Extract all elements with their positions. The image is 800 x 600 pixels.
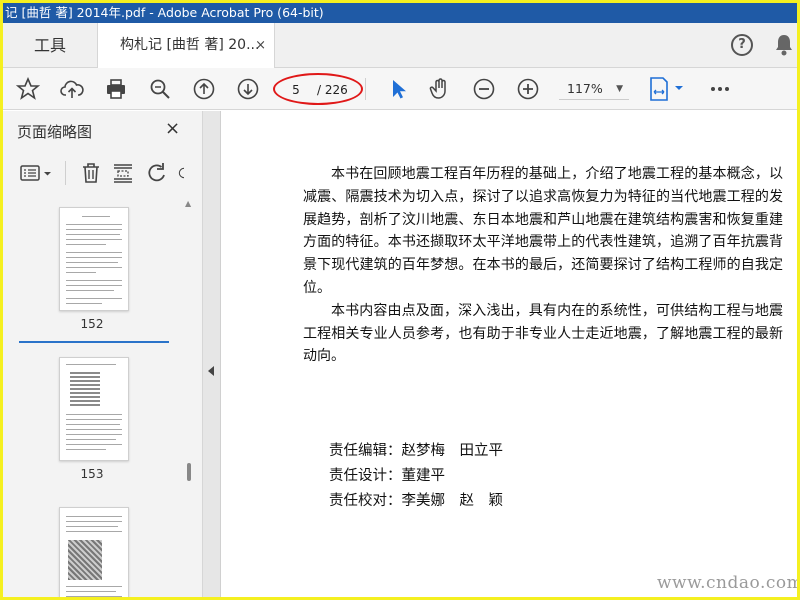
page-up-icon[interactable] <box>191 76 217 102</box>
close-panel-icon[interactable]: × <box>165 118 180 139</box>
paragraph-1: 本书在回顾地震工程百年历程的基础上，介绍了地震工程的基本概念，以减震、隔震技术为… <box>303 166 783 296</box>
credits-block: 责任编辑：赵梦梅 田立平 责任设计：董建平 责任校对：李美娜 赵 颖 <box>329 439 503 514</box>
print-icon[interactable] <box>103 76 129 102</box>
collapse-arrow-icon[interactable] <box>208 366 214 376</box>
select-arrow-icon[interactable] <box>385 76 411 102</box>
trash-icon[interactable] <box>79 161 103 185</box>
zoom-out-icon[interactable] <box>471 76 497 102</box>
toolbar-divider <box>365 78 366 100</box>
app-window: 记 [曲哲 著] 2014年.pdf - Adobe Acrobat Pro (… <box>3 3 797 597</box>
thumbnail-label-152: 152 <box>80 317 104 331</box>
tab-bar: 工具 构札记 [曲哲 著] 20... × ? <box>3 23 797 69</box>
thumbnail-scrollbar[interactable]: ▲ <box>181 199 197 597</box>
credit-editor: 责任编辑：赵梦梅 田立平 <box>329 443 503 459</box>
scroll-up-icon[interactable]: ▲ <box>185 199 191 208</box>
credit-design: 责任设计：董建平 <box>329 468 445 484</box>
rotate-right-icon[interactable] <box>177 161 191 185</box>
thumbnail-label-153: 153 <box>80 467 104 481</box>
panel-toolbar <box>3 155 203 191</box>
extract-pages-icon[interactable] <box>111 161 135 185</box>
document-page: 本书在回顾地震工程百年历程的基础上，介绍了地震工程的基本概念，以减震、隔震技术为… <box>221 111 797 597</box>
thumbnail-page-153[interactable] <box>59 357 129 461</box>
page-thumbnails-panel: 页面缩略图 × 152 153 ▲ <box>3 111 203 597</box>
close-tab-icon[interactable]: × <box>255 23 266 68</box>
page-total: / 226 <box>317 83 348 97</box>
main-toolbar: 5 / 226 117% ▼ <box>3 68 797 110</box>
watermark: www.cndao.com <box>657 573 797 593</box>
document-body: 本书在回顾地震工程百年历程的基础上，介绍了地震工程的基本概念，以减震、隔震技术为… <box>303 163 783 368</box>
bell-icon[interactable] <box>773 33 795 57</box>
zoom-search-icon[interactable] <box>147 76 173 102</box>
selected-thumbnail-indicator <box>19 341 169 343</box>
star-icon[interactable] <box>15 76 41 102</box>
thumbnail-list: 152 153 <box>3 199 181 597</box>
zoom-value: 117% <box>567 81 603 96</box>
credit-proofread: 责任校对：李美娜 赵 颖 <box>329 493 503 509</box>
thumbnail-page-154[interactable] <box>59 507 129 597</box>
tab-document-label: 构札记 [曲哲 著] 20... <box>120 37 260 53</box>
thumbnail-page-152[interactable] <box>59 207 129 311</box>
page-number-input[interactable]: 5 <box>285 82 307 98</box>
panel-title: 页面缩略图 <box>17 123 93 141</box>
paragraph-2: 本书内容由点及面，深入浅出，具有内在的系统性，可供结构工程与地震工程相关专业人员… <box>303 302 783 365</box>
upload-icon[interactable] <box>59 76 85 102</box>
chevron-down-icon: ▼ <box>616 84 623 94</box>
zoom-in-icon[interactable] <box>515 76 541 102</box>
fit-page-icon[interactable] <box>647 76 687 102</box>
options-menu-icon[interactable] <box>19 161 55 185</box>
tab-tools[interactable]: 工具 <box>3 23 97 68</box>
more-icon[interactable] <box>707 76 733 102</box>
hand-icon[interactable] <box>427 76 453 102</box>
window-title: 记 [曲哲 著] 2014年.pdf - Adobe Acrobat Pro (… <box>3 3 797 23</box>
zoom-dropdown[interactable]: 117% ▼ <box>559 78 629 100</box>
panel-divider <box>65 161 66 185</box>
page-down-icon[interactable] <box>235 76 261 102</box>
rotate-left-icon[interactable] <box>145 161 169 185</box>
help-icon[interactable]: ? <box>731 34 753 56</box>
page-navigator: 5 / 226 <box>273 73 363 105</box>
scrollbar-thumb[interactable] <box>187 463 191 481</box>
tab-document[interactable]: 构札记 [曲哲 著] 20... × <box>97 23 275 69</box>
panel-collapse-strip[interactable] <box>203 111 221 597</box>
